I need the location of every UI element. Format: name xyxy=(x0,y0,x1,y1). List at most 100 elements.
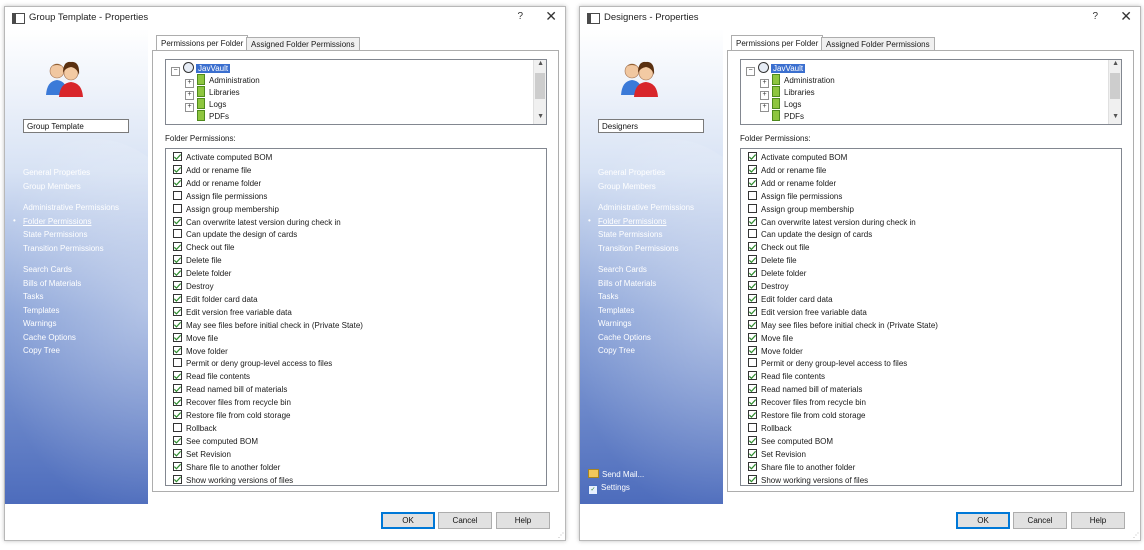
checked-checkbox[interactable] xyxy=(173,255,182,265)
checked-checkbox[interactable] xyxy=(748,242,757,252)
nav-transition-permissions[interactable]: Transition Permissions xyxy=(23,244,104,253)
permission-checkbox-row[interactable]: Delete file xyxy=(173,255,222,266)
checked-checkbox[interactable] xyxy=(748,332,757,342)
unchecked-checkbox[interactable] xyxy=(748,358,757,368)
checked-checkbox[interactable] xyxy=(748,255,757,265)
permission-checkbox-row[interactable]: Add or rename file xyxy=(748,164,826,176)
nav-state-permissions[interactable]: State Permissions xyxy=(23,230,87,239)
checked-checkbox[interactable] xyxy=(748,448,757,458)
nav-warnings[interactable]: Warnings xyxy=(23,319,57,328)
collapse-icon[interactable]: − xyxy=(746,67,755,76)
nav-folder-permissions[interactable]: Folder Permissions xyxy=(598,217,666,226)
checked-checkbox[interactable] xyxy=(173,397,182,407)
permission-checkbox-row[interactable]: Show working versions of files xyxy=(748,474,868,486)
checked-checkbox[interactable] xyxy=(173,332,182,342)
tree-scroll-thumb[interactable] xyxy=(1110,73,1120,99)
unchecked-checkbox[interactable] xyxy=(173,422,182,432)
checked-checkbox[interactable] xyxy=(173,371,182,381)
close-window-button[interactable]: ✕ xyxy=(1120,8,1132,25)
checked-checkbox[interactable] xyxy=(173,461,182,471)
checked-checkbox[interactable] xyxy=(173,345,182,355)
help-button[interactable]: Help xyxy=(1071,512,1125,529)
scroll-down-icon[interactable]: ▼ xyxy=(1112,113,1119,120)
close-window-button[interactable]: ✕ xyxy=(545,8,557,25)
permission-checkbox-row[interactable]: Can overwrite latest version during chec… xyxy=(173,216,341,228)
nav-copy-tree[interactable]: Copy Tree xyxy=(598,346,635,355)
checked-checkbox[interactable] xyxy=(173,306,182,316)
permission-checkbox-row[interactable]: Restore file from cold storage xyxy=(748,410,866,421)
unchecked-checkbox[interactable] xyxy=(173,229,182,239)
checked-checkbox[interactable] xyxy=(748,384,757,394)
permission-checkbox-row[interactable]: Check out file xyxy=(748,242,809,253)
permission-checkbox-row[interactable]: Move folder xyxy=(748,345,803,357)
cancel-button[interactable]: Cancel xyxy=(1013,512,1067,529)
checked-checkbox[interactable] xyxy=(748,371,757,381)
checked-checkbox[interactable] xyxy=(173,410,182,419)
permission-checkbox-row[interactable]: Read named bill of materials xyxy=(173,384,287,395)
nav-group-members[interactable]: Group Members xyxy=(598,182,656,191)
permission-checkbox-row[interactable]: Delete file xyxy=(748,255,797,266)
permission-checkbox-row[interactable]: See computed BOM xyxy=(748,435,833,447)
checked-checkbox[interactable] xyxy=(748,152,757,161)
tree-scroll-thumb[interactable] xyxy=(535,73,545,99)
nav-warnings[interactable]: Warnings xyxy=(598,319,632,328)
checked-checkbox[interactable] xyxy=(748,474,757,484)
permission-checkbox-row[interactable]: Show working versions of files xyxy=(173,474,293,486)
nav-copy-tree[interactable]: Copy Tree xyxy=(23,346,60,355)
nav-group-members[interactable]: Group Members xyxy=(23,182,81,191)
permission-checkbox-row[interactable]: Move folder xyxy=(173,345,228,357)
nav-general-properties[interactable]: General Properties xyxy=(598,168,665,177)
checked-checkbox[interactable] xyxy=(748,410,757,419)
permission-checkbox-row[interactable]: Edit folder card data xyxy=(748,293,833,305)
checked-checkbox[interactable] xyxy=(748,435,757,445)
scroll-down-icon[interactable]: ▼ xyxy=(537,113,544,120)
checked-checkbox[interactable] xyxy=(748,281,757,290)
nav-state-permissions[interactable]: State Permissions xyxy=(598,230,662,239)
nav-cache-options[interactable]: Cache Options xyxy=(598,333,651,342)
permission-checkbox-row[interactable]: Assign group membership xyxy=(173,203,279,215)
checked-checkbox[interactable] xyxy=(173,435,182,445)
ok-button[interactable]: OK xyxy=(956,512,1010,529)
permission-checkbox-row[interactable]: Activate computed BOM xyxy=(173,152,272,163)
cancel-button[interactable]: Cancel xyxy=(438,512,492,529)
permission-checkbox-row[interactable]: Destroy xyxy=(173,281,214,292)
unchecked-checkbox[interactable] xyxy=(173,358,182,368)
permission-checkbox-row[interactable]: Activate computed BOM xyxy=(748,152,847,163)
permission-checkbox-row[interactable]: Rollback xyxy=(748,422,792,434)
permission-checkbox-row[interactable]: See computed BOM xyxy=(173,435,258,447)
nav-transition-permissions[interactable]: Transition Permissions xyxy=(598,244,679,253)
nav-templates[interactable]: Templates xyxy=(598,306,634,315)
tree-folder-pdfs[interactable]: PDFs xyxy=(185,110,229,121)
checked-checkbox[interactable] xyxy=(173,268,182,278)
nav-search-cards[interactable]: Search Cards xyxy=(598,265,647,274)
unchecked-checkbox[interactable] xyxy=(173,203,182,213)
nav-administrative-permissions[interactable]: Administrative Permissions xyxy=(598,203,694,212)
checked-checkbox[interactable] xyxy=(748,216,757,226)
unchecked-checkbox[interactable] xyxy=(748,190,757,200)
permission-checkbox-row[interactable]: Share file to another folder xyxy=(173,461,280,473)
checked-checkbox[interactable] xyxy=(173,474,182,484)
checked-checkbox[interactable] xyxy=(173,319,182,329)
nav-tasks[interactable]: Tasks xyxy=(598,292,618,301)
permission-checkbox-row[interactable]: Add or rename folder xyxy=(748,177,836,189)
unchecked-checkbox[interactable] xyxy=(173,190,182,200)
checked-checkbox[interactable] xyxy=(748,164,757,174)
permission-checkbox-row[interactable]: Read file contents xyxy=(748,371,825,382)
nav-general-properties[interactable]: General Properties xyxy=(23,168,90,177)
collapse-icon[interactable]: − xyxy=(171,67,180,76)
group-name-field[interactable]: Group Template xyxy=(23,119,129,133)
nav-bills-of-materials[interactable]: Bills of Materials xyxy=(598,279,656,288)
permission-checkbox-row[interactable]: Add or rename folder xyxy=(173,177,261,189)
checked-checkbox[interactable] xyxy=(173,152,182,161)
unchecked-checkbox[interactable] xyxy=(748,203,757,213)
folder-tree[interactable]: ▲ ▼ − JavVault + Administration + Libraries + Log… xyxy=(740,59,1122,125)
tree-scrollbar[interactable]: ▲ ▼ xyxy=(533,60,546,124)
checked-checkbox[interactable] xyxy=(748,177,757,187)
checked-checkbox[interactable] xyxy=(748,345,757,355)
permission-checkbox-row[interactable]: Set Revision xyxy=(748,448,806,460)
nav-bills-of-materials[interactable]: Bills of Materials xyxy=(23,279,81,288)
checked-checkbox[interactable] xyxy=(748,397,757,407)
permission-checkbox-row[interactable]: Edit folder card data xyxy=(173,293,258,305)
permission-checkbox-row[interactable]: Can update the design of cards xyxy=(748,229,872,240)
nav-search-cards[interactable]: Search Cards xyxy=(23,265,72,274)
